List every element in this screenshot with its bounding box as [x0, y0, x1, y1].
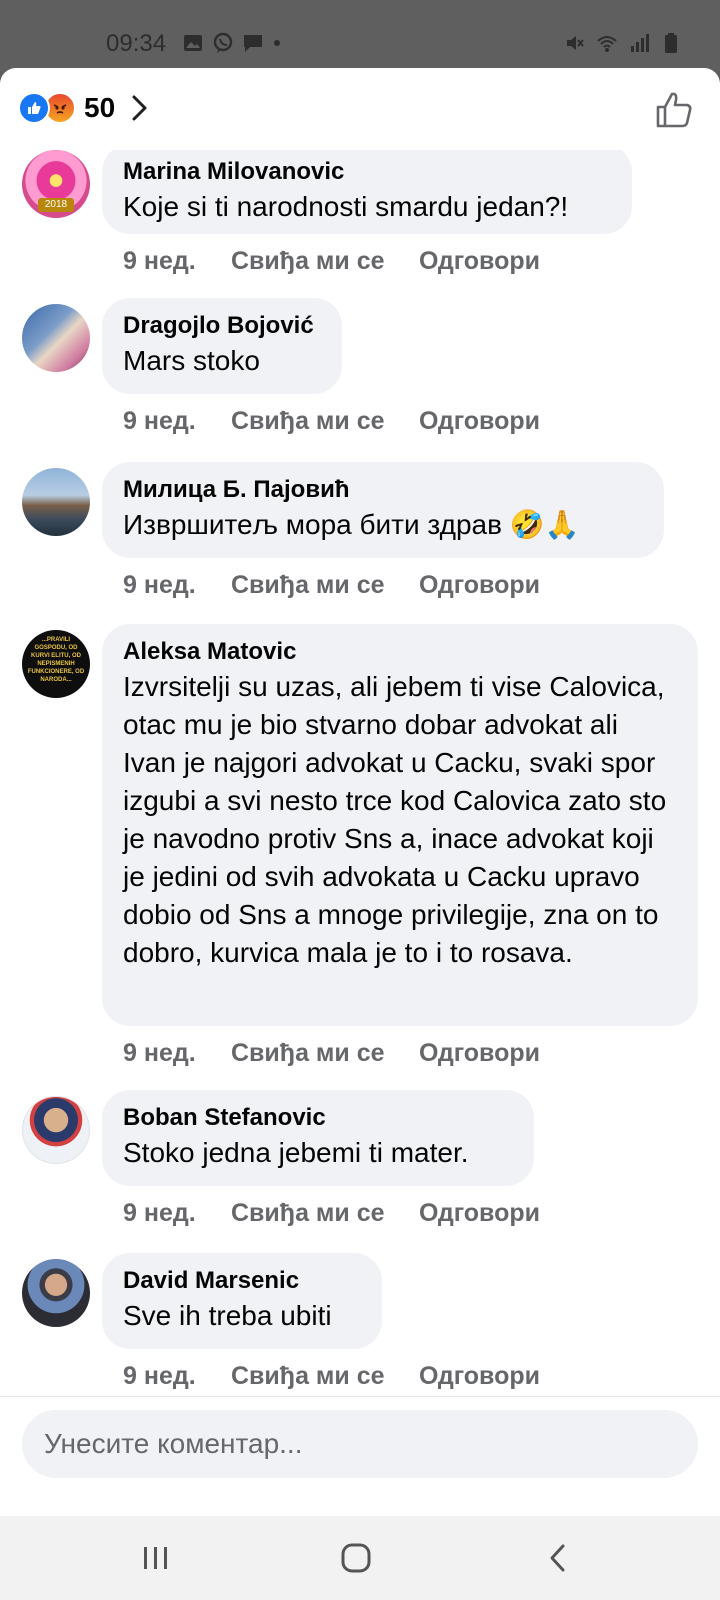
comment-like-button[interactable]: Свиђа ми се: [231, 1199, 419, 1228]
message-icon: [244, 35, 262, 52]
recents-icon: [144, 1547, 167, 1569]
comment-list[interactable]: 2018 Marina Milovanovic Koje si ti narod…: [0, 150, 720, 1492]
status-notification-icons: [182, 32, 282, 54]
comments-sheet: 50 2018 Marina Milovanovic Koje si ti na…: [0, 68, 720, 1516]
comment-author[interactable]: Marina Milovanovic: [123, 156, 612, 188]
status-system-icons: [564, 32, 682, 54]
back-button[interactable]: [538, 1538, 578, 1578]
comment-timestamp[interactable]: 9 нед.: [123, 1362, 231, 1391]
back-icon: [550, 1544, 565, 1572]
avatar-badge: 2018: [38, 198, 74, 212]
comment-composer: [0, 1396, 720, 1489]
comment-reply-button[interactable]: Одговори: [419, 407, 540, 436]
signal-icon: [631, 34, 649, 52]
reaction-count: 50: [84, 92, 116, 123]
comment-bubble[interactable]: Boban Stefanovic Stoko jedna jebemi ti m…: [102, 1090, 534, 1186]
comment-reply-button[interactable]: Одговори: [419, 571, 540, 600]
home-icon: [341, 1543, 371, 1573]
comment-input[interactable]: [22, 1410, 698, 1478]
comment-actions: 9 нед. Свиђа ми се Одговори: [123, 571, 540, 600]
avatar[interactable]: [22, 1096, 90, 1164]
system-nav-bar: [0, 1516, 720, 1600]
comment-reply-button[interactable]: Одговори: [419, 1362, 540, 1391]
comment-timestamp[interactable]: 9 нед.: [123, 407, 231, 436]
comment-author[interactable]: Aleksa Matovic: [123, 636, 678, 668]
comment-reply-button[interactable]: Одговори: [419, 1039, 540, 1068]
comment-author[interactable]: David Marsenic: [123, 1265, 362, 1297]
comment-actions: 9 нед. Свиђа ми се Одговори: [123, 407, 540, 436]
comment-like-button[interactable]: Свиђа ми се: [231, 1039, 419, 1068]
avatar-badge: ...PRAVILI GOSPODU, OD KURVI ELITU, OD N…: [27, 637, 85, 683]
comment-text: Koje si ti narodnosti smardu jedan?!: [123, 191, 569, 222]
comment-bubble[interactable]: Aleksa Matovic Izvrsitelji su uzas, ali …: [102, 624, 698, 1026]
mute-icon: [567, 36, 584, 50]
battery-icon: [665, 33, 677, 53]
comment-timestamp[interactable]: 9 нед.: [123, 571, 231, 600]
comment-bubble[interactable]: Милица Б. Пајовић Извршитељ мора бити зд…: [102, 462, 664, 558]
comment-bubble[interactable]: David Marsenic Sve ih treba ubiti: [102, 1253, 382, 1349]
comment-reply-button[interactable]: Одговори: [419, 1199, 540, 1228]
avatar[interactable]: [22, 468, 90, 536]
comment-text: Izvrsitelji su uzas, ali jebem ti vise C…: [123, 671, 667, 968]
comment-text: Извршитељ мора бити здрав 🤣🙏: [123, 509, 580, 540]
comment-timestamp[interactable]: 9 нед.: [123, 247, 231, 276]
chevron-right-icon: [132, 95, 147, 121]
reactions-summary[interactable]: 50: [18, 92, 149, 124]
avatar[interactable]: ...PRAVILI GOSPODU, OD KURVI ELITU, OD N…: [22, 630, 90, 698]
recents-button[interactable]: [136, 1538, 176, 1578]
comment-like-button[interactable]: Свиђа ми се: [231, 571, 419, 600]
comment-timestamp[interactable]: 9 нед.: [123, 1039, 231, 1068]
comment-actions: 9 нед. Свиђа ми се Одговори: [123, 1039, 540, 1068]
viber-icon: [213, 32, 233, 53]
comment-like-button[interactable]: Свиђа ми се: [231, 407, 419, 436]
thumbs-up-icon: [656, 92, 692, 128]
wifi-icon: [597, 36, 617, 52]
comment-like-button[interactable]: Свиђа ми се: [231, 247, 419, 276]
image-icon: [184, 35, 202, 51]
comment-author[interactable]: Boban Stefanovic: [123, 1102, 514, 1134]
avatar[interactable]: 2018: [22, 150, 90, 218]
status-time: 09:34: [106, 30, 167, 57]
avatar[interactable]: [22, 1259, 90, 1327]
comment-text: Mars stoko: [123, 345, 260, 376]
comment-text: Stoko jedna jebemi ti mater.: [123, 1137, 469, 1168]
avatar[interactable]: [22, 304, 90, 372]
comment-text: Sve ih treba ubiti: [123, 1300, 332, 1331]
comment-bubble[interactable]: Marina Milovanovic Koje si ti narodnosti…: [102, 150, 632, 234]
dot-icon: [274, 40, 280, 46]
status-bar: 09:34: [0, 0, 720, 68]
reactions-header: 50: [0, 68, 720, 150]
like-reaction-icon: [18, 92, 50, 124]
home-button[interactable]: [336, 1538, 376, 1578]
comment-author[interactable]: Милица Б. Пајовић: [123, 474, 644, 506]
comment-actions: 9 нед. Свиђа ми се Одговори: [123, 1199, 540, 1228]
comment-timestamp[interactable]: 9 нед.: [123, 1199, 231, 1228]
comment-like-button[interactable]: Свиђа ми се: [231, 1362, 419, 1391]
comment-actions: 9 нед. Свиђа ми се Одговори: [123, 247, 540, 276]
like-post-button[interactable]: [654, 90, 694, 135]
comment-actions: 9 нед. Свиђа ми се Одговори: [123, 1362, 540, 1391]
comment-bubble[interactable]: Dragojlo Bojović Mars stoko: [102, 298, 342, 394]
comment-reply-button[interactable]: Одговори: [419, 247, 540, 276]
comment-author[interactable]: Dragojlo Bojović: [123, 310, 322, 342]
